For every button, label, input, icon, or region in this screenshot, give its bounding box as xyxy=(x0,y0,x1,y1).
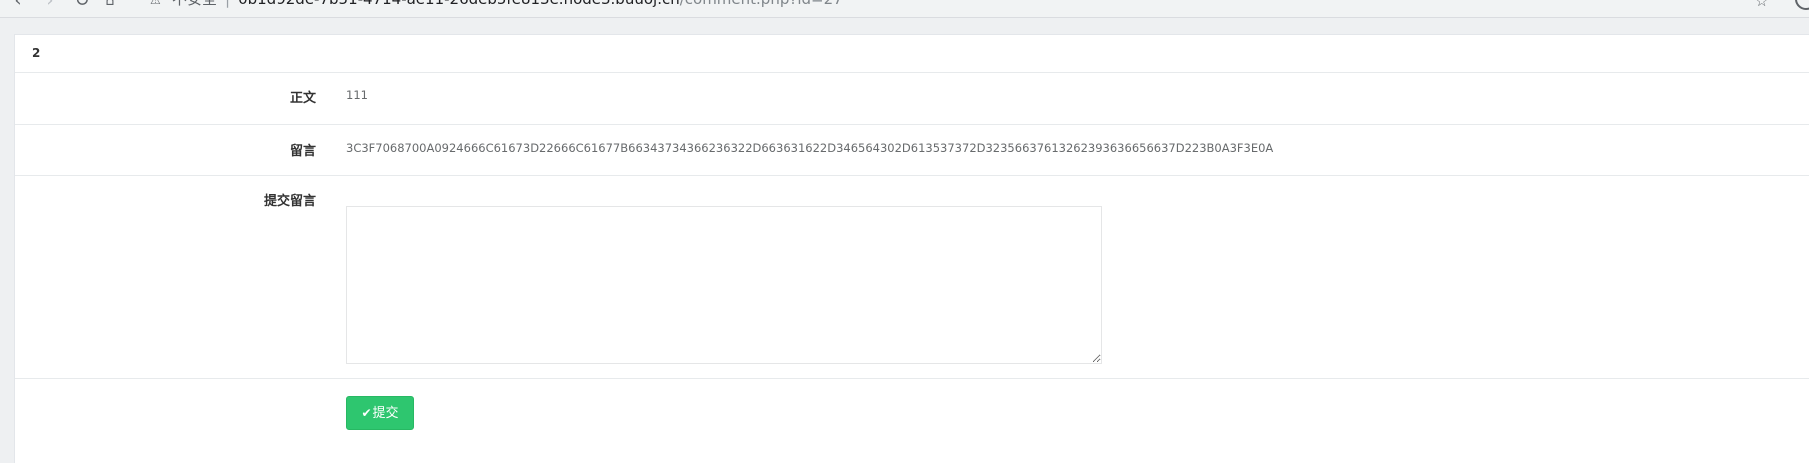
bookmark-star-icon[interactable]: ☆ xyxy=(1755,0,1768,10)
message-value: 3C3F7068700A0924666C61673D22666C61677B66… xyxy=(346,141,1274,155)
panel-title: 2 xyxy=(32,46,41,60)
url-text[interactable]: 不安全 | 0b1d92de-7b51-4714-ae11-26deb5fe813e… xyxy=(172,0,843,8)
url-path: /comment.php?id=27 xyxy=(680,0,843,8)
submit-message-label: 提交留言 xyxy=(263,194,316,209)
insecure-label: 不安全 xyxy=(172,0,217,8)
url-host: 0b1d92de-7b51-4714-ae11-26deb5fe813e.nod… xyxy=(238,0,680,8)
back-arrow-icon[interactable]: ‹ xyxy=(8,0,28,11)
reload-icon[interactable]: ↻ xyxy=(72,0,92,11)
browser-toolbar: ‹ › ↻ ⌂ ⚠ 不安全 | 0b1d92de-7b51-4714-ae11-26… xyxy=(0,0,1809,18)
body-value: 111 xyxy=(346,88,368,102)
body-row: 正文 111 xyxy=(15,73,1809,125)
submit-button[interactable]: ✔提交 xyxy=(346,396,414,430)
comment-panel: 2 正文 111 留言 3C3F7068700A0924666C61673D22… xyxy=(14,34,1809,463)
forward-arrow-icon[interactable]: › xyxy=(40,0,60,11)
profile-avatar-icon[interactable] xyxy=(1795,0,1809,10)
home-icon[interactable]: ⌂ xyxy=(100,0,120,11)
body-label: 正文 xyxy=(289,91,316,106)
message-label: 留言 xyxy=(289,144,316,159)
panel-heading: 2 xyxy=(15,35,1809,73)
message-row: 留言 3C3F7068700A0924666C61673D22666C61677… xyxy=(15,125,1809,176)
not-secure-icon[interactable]: ⚠ xyxy=(150,0,162,6)
url-separator: | xyxy=(225,0,230,8)
message-textarea[interactable] xyxy=(346,206,1102,364)
submit-button-label: 提交 xyxy=(372,406,399,421)
check-icon: ✔ xyxy=(361,406,372,420)
